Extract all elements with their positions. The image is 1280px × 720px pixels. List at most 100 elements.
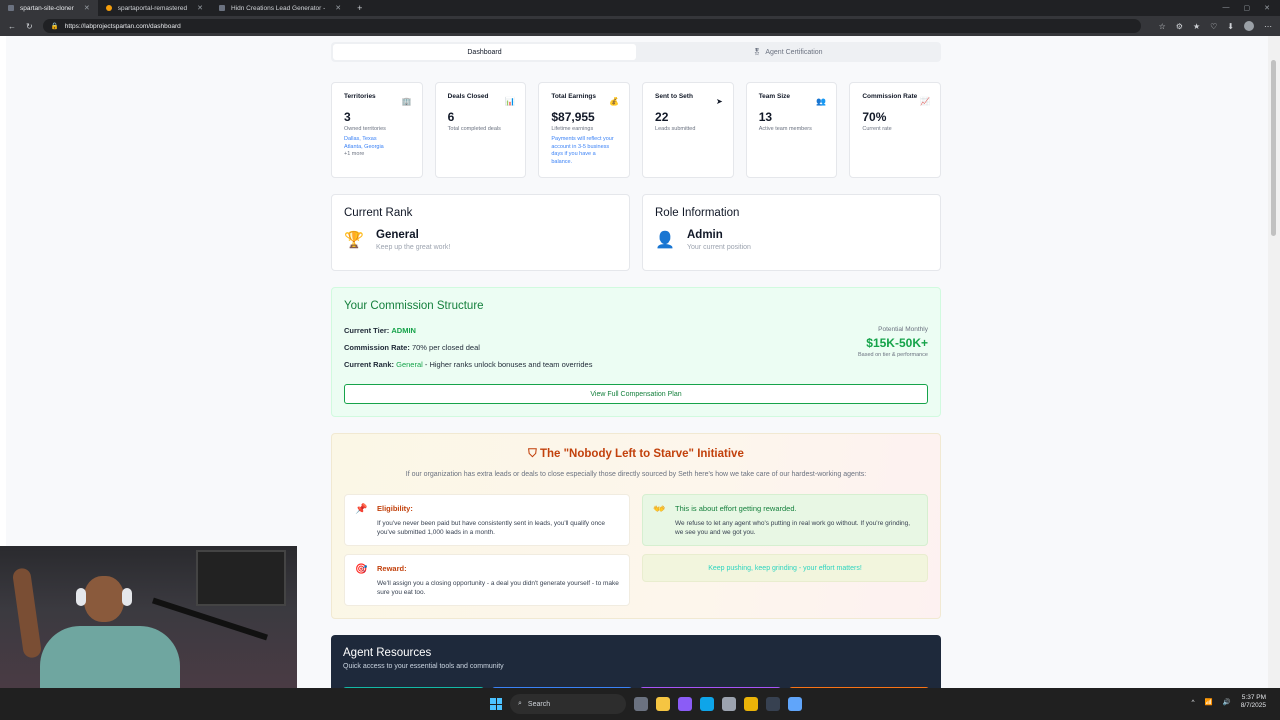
rate-line: Commission Rate: 70% per closed deal xyxy=(344,343,928,352)
stat-sent-to-seth: Sent to Seth ➤ 22 Leads submitted xyxy=(642,82,734,178)
rank-role-row: Current Rank 🏆 General Keep up the great… xyxy=(331,194,941,271)
close-icon[interactable]: ✕ xyxy=(197,4,203,12)
chart-icon: 📊 xyxy=(505,97,516,106)
agent-resources-card: Agent Resources Quick access to your ess… xyxy=(331,635,941,688)
stat-deals-closed: Deals Closed 📊 6 Total completed deals xyxy=(434,82,527,178)
close-icon[interactable]: ✕ xyxy=(335,4,341,12)
scrollbar-thumb[interactable] xyxy=(1271,60,1276,236)
edge-icon[interactable] xyxy=(700,697,714,711)
new-tab-icon[interactable]: + xyxy=(349,3,370,13)
copilot-icon[interactable] xyxy=(678,697,692,711)
tab-agent-certification[interactable]: 🎖 Agent Certification xyxy=(636,44,939,60)
stat-value: 13 xyxy=(758,110,773,124)
stat-value: $87,955 xyxy=(551,110,595,124)
target-icon: 🎯 xyxy=(355,564,368,575)
building-icon: 🏢 xyxy=(401,97,412,106)
effort-box: 👐 This is about effort getting rewarded.… xyxy=(642,494,928,546)
extensions-icon[interactable]: ⚙ xyxy=(1176,22,1183,31)
stat-value: 70% xyxy=(862,110,887,124)
lock-icon: 🔒 xyxy=(50,23,59,30)
close-icon[interactable]: ✕ xyxy=(84,4,90,12)
tab-title: Hidn Creations Lead Generator - xyxy=(230,4,326,12)
territory-list: Dallas, Texas Atlanta, Georgia +1 more xyxy=(344,136,410,159)
browser-tab-3[interactable]: Hidn Creations Lead Generator - ✕ xyxy=(211,0,349,16)
stat-label: Commission Rate xyxy=(862,93,918,100)
file-explorer-icon[interactable] xyxy=(656,697,670,711)
app-icon[interactable] xyxy=(766,697,780,711)
stat-value: 22 xyxy=(655,110,669,124)
taskbar-clock[interactable]: 5:37 PM 8/7/2025 xyxy=(1241,694,1266,711)
window-controls: — ▢ ✕ xyxy=(1223,4,1280,12)
app-icon[interactable] xyxy=(788,697,802,711)
rate-label: Commission Rate: xyxy=(344,343,410,352)
tab-dashboard[interactable]: Dashboard xyxy=(333,44,636,60)
territory-more[interactable]: +1 more xyxy=(344,151,410,159)
rank-line: Current Rank: General - Higher ranks unl… xyxy=(344,360,928,369)
address-bar[interactable]: 🔒 https://labprojectspartan.com/dashboar… xyxy=(42,19,1141,33)
rate-value: 70% per closed deal xyxy=(411,343,480,352)
pin-icon: 📌 xyxy=(355,504,368,515)
reload-icon[interactable]: ↻ xyxy=(26,22,33,31)
browser-tab-1[interactable]: spartan-site-cloner ✕ xyxy=(0,0,98,16)
taskbar-search[interactable]: ⌕ Search xyxy=(510,694,626,714)
stat-team-size: Team Size 👥 13 Active team members xyxy=(745,82,838,178)
tier-label: Current Tier: xyxy=(344,326,390,335)
rank-desc: Keep up the great work! xyxy=(376,244,451,251)
stat-value: 3 xyxy=(344,110,351,124)
volume-icon[interactable]: 🔊 xyxy=(1223,698,1231,706)
send-icon: ➤ xyxy=(715,97,723,106)
person-icon: 👤 xyxy=(655,232,675,249)
tab-title: spartan-site-cloner xyxy=(20,4,74,12)
streamer-head xyxy=(84,576,124,622)
page-scrollbar[interactable] xyxy=(1268,36,1280,688)
certificate-icon: 🎖 xyxy=(752,49,762,56)
effort-text: We refuse to let any agent who's putting… xyxy=(675,520,911,537)
task-view-icon[interactable] xyxy=(634,697,648,711)
stat-territories: Territories 🏢 3 Owned territories Dallas… xyxy=(331,82,423,178)
tab-favicon-icon xyxy=(218,5,225,11)
maximize-icon[interactable]: ▢ xyxy=(1244,4,1251,12)
card-title: Current Rank xyxy=(344,207,413,219)
trophy-icon: 🏆 xyxy=(344,232,364,249)
rank-value: General xyxy=(396,360,423,369)
back-icon[interactable]: ← xyxy=(8,22,16,31)
role-information-card: Role Information 👤 Admin Your current po… xyxy=(642,194,941,271)
tray-chevron-icon[interactable]: ^ xyxy=(1191,699,1194,706)
browser-tab-2[interactable]: spartaportal-remastered ✕ xyxy=(98,0,211,16)
minimize-icon[interactable]: — xyxy=(1223,4,1230,12)
rate-chart-icon: 📈 xyxy=(920,97,931,106)
menu-icon[interactable]: ⋯ xyxy=(1264,22,1272,31)
profile-avatar[interactable] xyxy=(1244,21,1254,31)
reward-box: 🎯 Reward: We'll assign you a closing opp… xyxy=(344,554,630,606)
stat-label: Sent to Seth xyxy=(655,93,693,100)
potential-monthly: Potential Monthly $15K-50K+ Based on tie… xyxy=(858,326,928,358)
shield-icon: ⛉ xyxy=(528,448,537,460)
clock-date: 8/7/2025 xyxy=(1240,702,1266,710)
tab-label: Dashboard xyxy=(467,48,502,56)
downloads-icon[interactable]: ⬇ xyxy=(1227,22,1234,31)
territory-item[interactable]: Dallas, Texas xyxy=(344,136,410,144)
star-icon[interactable]: ☆ xyxy=(1159,22,1166,31)
initiative-card: ⛉ The "Nobody Left to Starve" Initiative… xyxy=(331,433,941,619)
clock-time: 5:37 PM xyxy=(1241,694,1266,701)
stats-row: Territories 🏢 3 Owned territories Dallas… xyxy=(331,82,942,178)
background-monitor xyxy=(196,550,286,606)
store-icon[interactable] xyxy=(722,697,736,711)
favorites-icon[interactable]: ★ xyxy=(1193,22,1200,31)
collections-icon[interactable]: ♡ xyxy=(1210,22,1217,31)
potential-value: $15K-50K+ xyxy=(866,336,928,350)
rank-name: General xyxy=(376,229,419,241)
dashboard-content: Dashboard 🎖 Agent Certification Territor… xyxy=(331,42,942,688)
windows-start-icon[interactable] xyxy=(490,698,502,710)
stat-label: Territories xyxy=(344,93,376,100)
app-icon[interactable] xyxy=(744,697,758,711)
url-text: https://labprojectspartan.com/dashboard xyxy=(64,22,181,30)
territory-item[interactable]: Atlanta, Georgia xyxy=(344,144,410,152)
streamer-arm xyxy=(11,567,43,659)
close-window-icon[interactable]: ✕ xyxy=(1264,4,1270,12)
network-icon[interactable]: 📶 xyxy=(1205,698,1213,706)
stat-label: Team Size xyxy=(758,93,790,100)
view-compensation-plan-button[interactable]: View Full Compensation Plan xyxy=(344,384,928,404)
stat-label: Total Earnings xyxy=(551,93,597,100)
windows-taskbar: ⌕ Search ^ 📶 🔊 5:37 PM 8/7/2025 xyxy=(0,688,1280,720)
